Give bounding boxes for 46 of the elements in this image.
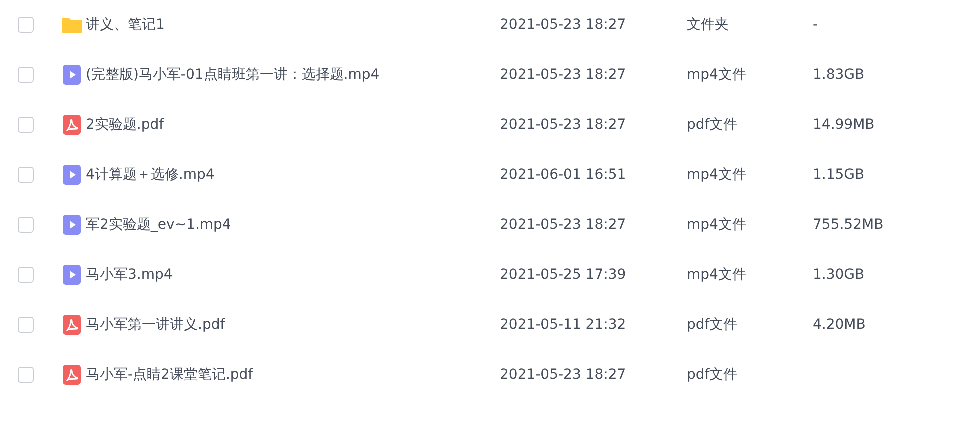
modified-date: 2021-05-23 18:27 [500,16,626,32]
modified-date: 2021-06-01 16:51 [500,166,626,182]
video-file-icon [61,264,83,286]
checkbox[interactable] [18,217,34,233]
modified-date: 2021-05-23 18:27 [500,116,626,132]
file-size: 4.20MB [813,316,866,332]
video-file-icon [61,64,83,86]
file-type: mp4文件 [687,66,746,82]
pdf-file-icon [61,364,83,386]
modified-date: 2021-05-23 18:27 [500,216,626,232]
modified-date: 2021-05-23 18:27 [500,66,626,82]
file-name[interactable]: 讲义、笔记1 [86,16,165,32]
file-size: 1.15GB [813,166,865,182]
checkbox[interactable] [18,117,34,133]
file-type: mp4文件 [687,266,746,282]
file-name[interactable]: 马小军第一讲讲义.pdf [86,316,226,332]
checkbox[interactable] [18,167,34,183]
file-name[interactable]: (完整版)马小军-01点睛班第一讲：选择题.mp4 [86,66,380,82]
checkbox[interactable] [18,17,34,33]
modified-date: 2021-05-23 18:27 [500,366,626,382]
file-type: pdf文件 [687,316,738,332]
file-size: 1.83GB [813,66,865,82]
file-name[interactable]: 2实验题.pdf [86,116,164,132]
file-type: 文件夹 [687,16,729,32]
file-name[interactable]: 马小军-点睛2课堂笔记.pdf [86,366,254,382]
file-size: - [813,16,818,32]
checkbox[interactable] [18,367,34,383]
file-type: pdf文件 [687,366,738,382]
file-name[interactable]: 军2实验题_ev~1.mp4 [86,216,232,232]
pdf-file-icon [61,314,83,336]
file-type: mp4文件 [687,216,746,232]
checkbox[interactable] [18,67,34,83]
file-name[interactable]: 4计算题＋选修.mp4 [86,166,215,182]
file-type: mp4文件 [687,166,746,182]
modified-date: 2021-05-11 21:32 [500,316,626,332]
pdf-file-icon [61,114,83,136]
video-file-icon [61,214,83,236]
video-file-icon [61,164,83,186]
checkbox[interactable] [18,267,34,283]
file-size: 14.99MB [813,116,875,132]
file-type: pdf文件 [687,116,738,132]
checkbox[interactable] [18,317,34,333]
file-size: 755.52MB [813,216,884,232]
modified-date: 2021-05-25 17:39 [500,266,626,282]
file-name[interactable]: 马小军3.mp4 [86,266,173,282]
file-size: 1.30GB [813,266,865,282]
